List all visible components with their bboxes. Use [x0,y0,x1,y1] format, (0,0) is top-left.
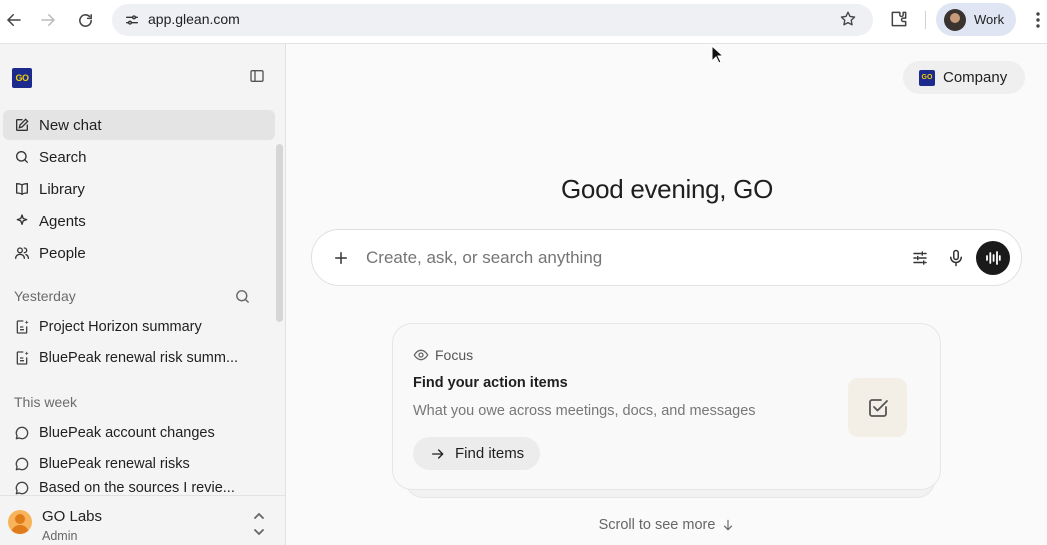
company-scope-button[interactable]: GO Company [903,61,1025,94]
chat-bubble-icon [14,456,30,472]
chat-history-item[interactable]: Project Horizon summary [3,312,275,342]
company-logo-text: GO [921,74,933,81]
browser-toolbar: app.glean.com Work [0,0,1047,44]
sidebar-scrollbar[interactable] [276,144,283,322]
chat-bubble-icon [14,425,30,441]
nav-label: Agents [39,212,86,230]
edit-icon [14,117,30,133]
company-label: Company [943,69,1008,86]
search-icon [14,149,30,165]
microphone-icon[interactable] [947,248,965,268]
people-icon [14,245,30,261]
focus-tag-label: Focus [435,347,474,363]
nav-people[interactable]: People [3,238,275,268]
section-label-yesterday: Yesterday [14,288,76,304]
chat-history-item[interactable]: BluePeak account changes [3,418,275,448]
app-logo[interactable]: GO [12,68,32,88]
chat-title: BluePeak renewal risk summ... [39,350,239,366]
chat-title: Based on the sources I revie... [39,480,235,495]
extensions-icon[interactable] [889,9,911,31]
logo-text: GO [15,73,29,83]
toolbar-divider [925,11,926,29]
document-sparkle-icon [14,350,30,366]
eye-icon [413,347,429,363]
profile-avatar [944,8,966,31]
site-settings-icon[interactable] [122,10,142,30]
profile-label: Work [974,12,1005,27]
nav-library[interactable]: Library [3,174,275,204]
find-items-button[interactable]: Find items [413,437,540,470]
greeting-heading: Good evening, GO [561,174,773,204]
main-content: GO Company Good evening, GO Focus Find y… [287,44,1047,545]
chat-history-item[interactable]: Based on the sources I revie... [3,480,275,495]
address-bar[interactable]: app.glean.com [112,4,873,36]
waveform-icon [986,251,1001,265]
nav-agents[interactable]: Agents [3,206,275,236]
chat-composer[interactable] [311,229,1022,286]
forward-icon[interactable] [36,8,60,32]
reload-icon[interactable] [73,8,97,32]
nav-label: Search [39,148,87,166]
search-icon[interactable] [234,288,251,305]
user-avatar [8,510,32,534]
scroll-hint-label: Scroll to see more [598,517,716,533]
settings-sliders-icon[interactable] [911,249,929,267]
bookmark-star-icon[interactable] [839,10,859,30]
document-sparkle-icon [14,319,30,335]
focus-card-description: What you owe across meetings, docs, and … [413,403,756,419]
chat-history-item[interactable]: BluePeak renewal risks [3,449,275,479]
org-name: GO Labs [42,508,103,525]
chat-history-item[interactable]: BluePeak renewal risk summ... [3,343,275,373]
chat-bubble-icon [14,480,30,495]
nav-new-chat[interactable]: New chat [3,110,275,140]
nav-label: People [39,244,86,262]
back-icon[interactable] [2,8,26,32]
voice-mode-button[interactable] [976,241,1010,275]
book-icon [14,181,30,197]
section-label-this-week: This week [14,394,78,410]
arrow-right-icon [430,446,446,462]
find-items-label: Find items [455,445,525,462]
composer-input[interactable] [366,248,886,268]
chat-title: BluePeak renewal risks [39,456,190,472]
focus-card-title: Find your action items [413,375,568,391]
url-text[interactable]: app.glean.com [148,11,240,27]
agents-icon [14,213,30,229]
chat-title: Project Horizon summary [39,319,202,335]
nav-search[interactable]: Search [3,142,275,172]
nav-label: New chat [39,116,102,134]
checkbox-checked-icon [848,378,907,437]
focus-card: Focus Find your action items What you ow… [392,323,941,490]
user-role: Admin [42,529,78,543]
nav-label: Library [39,180,85,198]
sidebar-toggle-icon[interactable] [249,68,267,86]
sidebar: GO New chat Search Library Agents People… [0,44,286,545]
chevron-up-down-icon [252,510,266,538]
arrow-down-icon [721,518,735,532]
company-logo: GO [919,69,935,86]
profile-button[interactable]: Work [936,3,1016,36]
scroll-hint[interactable]: Scroll to see more [287,517,1047,533]
chat-title: BluePeak account changes [39,425,215,441]
more-menu-icon[interactable] [1030,10,1046,30]
focus-tag: Focus [413,347,473,363]
account-switcher[interactable]: GO Labs Admin [0,495,285,545]
plus-icon[interactable] [332,249,350,267]
mouse-cursor-icon [711,45,725,65]
